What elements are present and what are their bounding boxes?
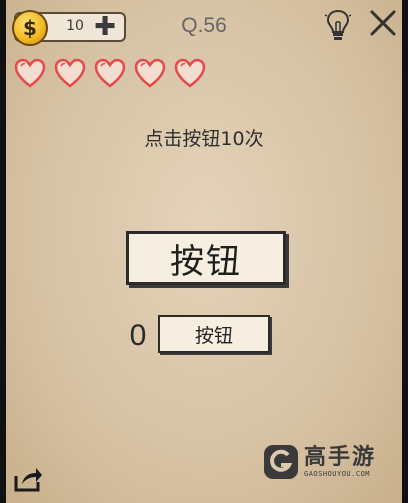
heart-icon xyxy=(134,58,166,88)
lives-hearts xyxy=(14,58,206,90)
heart-icon xyxy=(54,58,86,88)
watermark-brand: 高手游 xyxy=(304,445,377,470)
watermark: 高手游 GAOSHOUYOU.COM xyxy=(262,440,400,484)
big-button[interactable]: 按钮 xyxy=(126,231,286,285)
lightbulb-hint-icon[interactable] xyxy=(324,8,352,42)
watermark-url: GAOSHOUYOU.COM xyxy=(304,470,371,478)
close-icon[interactable] xyxy=(368,8,398,38)
share-icon[interactable] xyxy=(12,462,44,494)
heart-icon xyxy=(174,58,206,88)
gaoshouyou-logo-icon xyxy=(264,445,298,479)
game-screen: $ 10 ✚ Q.56 点击按钮10次 按钮 0 按钮 高手游 GAOSHOUY… xyxy=(6,0,402,503)
puzzle-instruction: 点击按钮10次 xyxy=(144,128,264,150)
heart-icon xyxy=(94,58,126,88)
click-counter: 0 xyxy=(129,319,147,352)
small-button[interactable]: 按钮 xyxy=(158,315,270,353)
heart-icon xyxy=(14,58,46,88)
